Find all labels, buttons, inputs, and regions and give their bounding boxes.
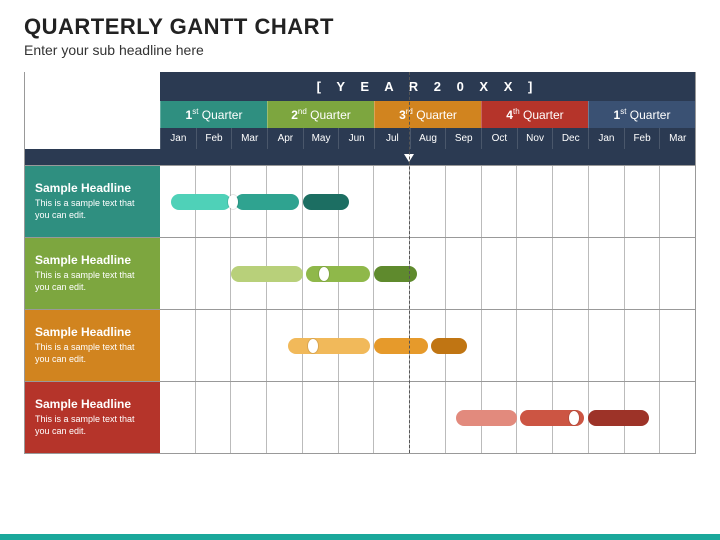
task-title: Sample Headline — [35, 253, 150, 267]
gantt-bar — [374, 338, 428, 354]
month-cell: Jun — [338, 128, 374, 149]
gantt-bar — [231, 266, 302, 282]
year-label: [ Y E A R 2 0 X X ] — [160, 72, 695, 101]
quarter-cell-2: 2nd Quarter — [267, 101, 374, 128]
header-spacer — [25, 151, 160, 165]
task-row: Sample Headline This is a sample text tha… — [25, 165, 695, 237]
bars-layer — [160, 238, 695, 309]
task-row: Sample Headline This is a sample text tha… — [25, 237, 695, 309]
milestone-icon — [308, 339, 318, 353]
gantt-bar — [235, 194, 299, 210]
task-row: Sample Headline This is a sample text tha… — [25, 381, 695, 453]
quarter-header-row: 1st Quarter 2nd Quarter 3rd Quarter 4th … — [25, 101, 695, 128]
bar-track — [160, 238, 695, 309]
footer-accent-bar — [0, 534, 720, 540]
month-cell: Jan — [588, 128, 624, 149]
month-cell: Jan — [160, 128, 196, 149]
today-marker-row — [25, 151, 695, 165]
slide-header: QUARTERLY GANTT CHART Enter your sub hea… — [0, 0, 720, 64]
gantt-bar — [456, 410, 517, 426]
month-cell: May — [303, 128, 339, 149]
header-spacer — [25, 128, 160, 149]
gantt-bar — [303, 194, 349, 210]
bar-track — [160, 166, 695, 237]
task-rows-container: Sample Headline This is a sample text tha… — [25, 165, 695, 453]
gantt-bar — [171, 194, 232, 210]
page-title: QUARTERLY GANTT CHART — [24, 14, 696, 40]
task-row: Sample Headline This is a sample text tha… — [25, 309, 695, 381]
quarter-cell-1: 1st Quarter — [160, 101, 267, 128]
month-cell: Dec — [552, 128, 588, 149]
task-description: This is a sample text that you can edit. — [35, 414, 150, 437]
milestone-icon — [569, 411, 579, 425]
month-cell: Oct — [481, 128, 517, 149]
month-cell: Jul — [374, 128, 410, 149]
month-header-row: Jan Feb Mar Apr May Jun Jul Aug Sep Oct … — [25, 128, 695, 151]
task-description: This is a sample text that you can edit. — [35, 198, 150, 221]
bars-layer — [160, 310, 695, 381]
bars-layer — [160, 166, 695, 237]
milestone-icon — [319, 267, 329, 281]
month-cell: Feb — [624, 128, 660, 149]
month-cell: Mar — [659, 128, 695, 149]
task-label-cell: Sample Headline This is a sample text tha… — [25, 166, 160, 237]
task-label-cell: Sample Headline This is a sample text tha… — [25, 310, 160, 381]
quarter-cell-5: 1st Quarter — [588, 101, 695, 128]
task-description: This is a sample text that you can edit. — [35, 270, 150, 293]
gantt-bar — [431, 338, 467, 354]
gantt-bar — [374, 266, 417, 282]
marker-track — [160, 151, 695, 165]
header-spacer — [25, 72, 160, 101]
month-cell: Feb — [196, 128, 232, 149]
today-marker-icon — [404, 154, 414, 162]
bar-track — [160, 382, 695, 453]
quarter-cell-4: 4th Quarter — [481, 101, 588, 128]
month-cell: Mar — [231, 128, 267, 149]
milestone-icon — [228, 195, 238, 209]
month-cell: Aug — [410, 128, 446, 149]
bar-track — [160, 310, 695, 381]
task-title: Sample Headline — [35, 325, 150, 339]
month-cell: Sep — [445, 128, 481, 149]
month-cell: Apr — [267, 128, 303, 149]
task-label-cell: Sample Headline This is a sample text tha… — [25, 238, 160, 309]
task-title: Sample Headline — [35, 397, 150, 411]
page-subtitle: Enter your sub headline here — [24, 42, 696, 58]
gantt-bar — [306, 266, 370, 282]
gantt-bar — [588, 410, 649, 426]
bars-layer — [160, 382, 695, 453]
gantt-chart: [ Y E A R 2 0 X X ] 1st Quarter 2nd Quar… — [24, 72, 696, 454]
month-cell: Nov — [517, 128, 553, 149]
quarter-cell-3: 3rd Quarter — [374, 101, 481, 128]
task-label-cell: Sample Headline This is a sample text tha… — [25, 382, 160, 453]
task-title: Sample Headline — [35, 181, 150, 195]
task-description: This is a sample text that you can edit. — [35, 342, 150, 365]
gantt-bar — [288, 338, 370, 354]
year-header-row: [ Y E A R 2 0 X X ] — [25, 72, 695, 101]
header-spacer — [25, 101, 160, 128]
